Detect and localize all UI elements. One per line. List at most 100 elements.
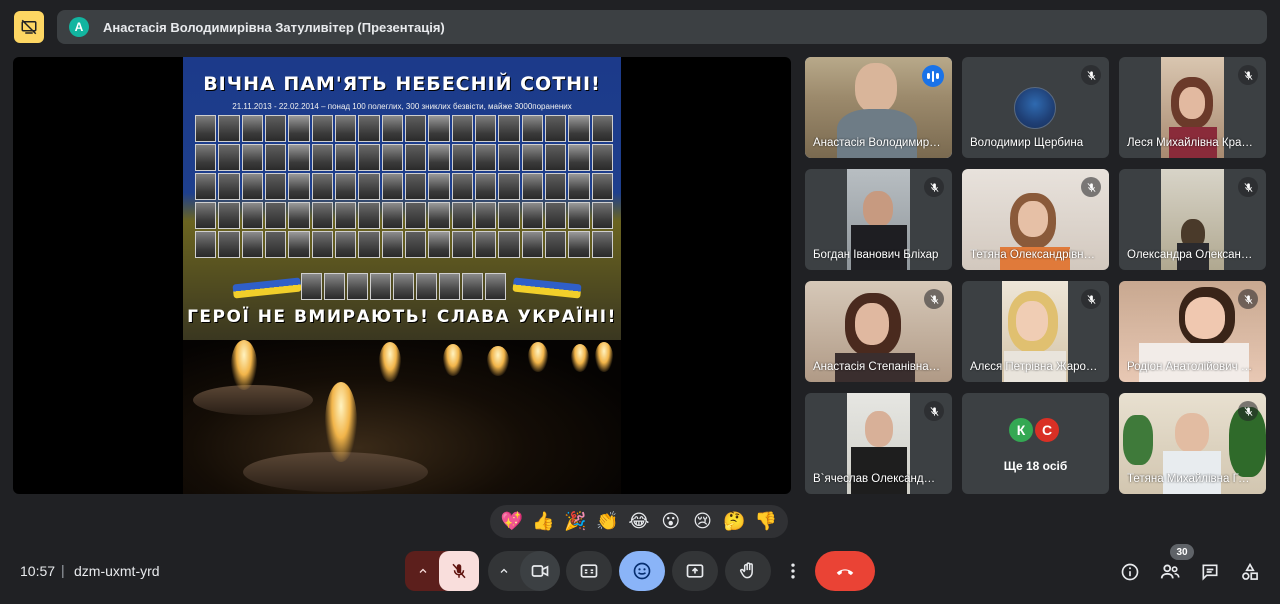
memorial-photo xyxy=(498,202,520,229)
memorial-photo xyxy=(265,231,287,258)
presenter-title: Анастасія Володимирівна Затуливітер (Пре… xyxy=(103,19,445,35)
memorial-photo xyxy=(451,173,473,200)
memorial-photo xyxy=(521,202,543,229)
presenter-banner[interactable]: А Анастасія Володимирівна Затуливітер (П… xyxy=(57,10,1267,44)
participant-name: Тетяна Михайлівна Гончар xyxy=(1127,473,1255,485)
memorial-photo xyxy=(462,273,483,300)
participant-name: Володимир Щербина xyxy=(970,137,1084,149)
participant-tile[interactable]: Алєся Петрівна Жаровська xyxy=(962,281,1109,382)
participant-tile[interactable]: Родіон Анатолійович Савчук xyxy=(1119,281,1266,382)
participant-tile[interactable]: Анастасія Степанівна Мельник xyxy=(805,281,952,382)
participant-tile[interactable]: Тетяна Олександрівна Костенко xyxy=(962,169,1109,270)
slide-poster: ВІЧНА ПАМ'ЯТЬ НЕБЕСНІЙ СОТНІ! 21.11.2013… xyxy=(183,57,621,340)
participant-tile[interactable]: В`ячеслав Олександрович Кравець xyxy=(805,393,952,494)
memorial-photo xyxy=(195,144,217,171)
memorial-photo xyxy=(265,202,287,229)
reaction-laugh[interactable]: 😂 xyxy=(626,512,652,531)
closed-caption-icon xyxy=(580,564,598,578)
more-participants-tile[interactable]: К С Ще 18 осіб xyxy=(962,393,1109,494)
participant-tile[interactable]: Богдан Іванович Бліхар xyxy=(805,169,952,270)
memorial-photo xyxy=(335,231,357,258)
memorial-photo xyxy=(311,202,333,229)
reaction-sparkling-heart[interactable]: 💖 xyxy=(499,512,525,531)
memorial-photo xyxy=(358,202,380,229)
call-end-icon xyxy=(836,569,854,576)
memorial-photo xyxy=(288,173,310,200)
participant-tile[interactable]: Олександра Олександрівна Бойко xyxy=(1119,169,1266,270)
memorial-photo xyxy=(591,173,613,200)
participant-tile[interactable]: Анастасія Володимирівна Затуливітер xyxy=(805,57,952,158)
memorial-photo xyxy=(381,115,403,142)
mic-off-icon xyxy=(1238,289,1258,309)
memorial-photo xyxy=(545,173,567,200)
memorial-photo xyxy=(218,173,240,200)
presentation-stage[interactable]: ВІЧНА ПАМ'ЯТЬ НЕБЕСНІЙ СОТНІ! 21.11.2013… xyxy=(13,57,791,494)
captions-button[interactable] xyxy=(566,551,612,591)
mic-control-group xyxy=(405,551,479,591)
mic-toggle-button[interactable] xyxy=(439,551,479,591)
participant-tile[interactable]: Тетяна Михайлівна Гончар xyxy=(1119,393,1266,494)
presentation-slide: ВІЧНА ПАМ'ЯТЬ НЕБЕСНІЙ СОТНІ! 21.11.2013… xyxy=(183,57,621,494)
mic-off-icon xyxy=(1238,65,1258,85)
raise-hand-button[interactable] xyxy=(725,551,771,591)
memorial-photo xyxy=(335,173,357,200)
memorial-photo xyxy=(311,115,333,142)
mic-off-icon xyxy=(1081,177,1101,197)
memorial-photo xyxy=(311,231,333,258)
info-icon[interactable] xyxy=(1118,560,1142,584)
memorial-photo xyxy=(545,144,567,171)
present-now-button[interactable] xyxy=(672,551,718,591)
memorial-photo xyxy=(568,144,590,171)
memorial-photo xyxy=(335,144,357,171)
reaction-sad[interactable]: 😢 xyxy=(689,512,715,531)
memorial-photo xyxy=(568,173,590,200)
end-call-button[interactable] xyxy=(815,551,875,591)
memorial-photo xyxy=(218,115,240,142)
reaction-thumbs-down[interactable]: 👎 xyxy=(753,512,779,531)
camera-toggle-button[interactable] xyxy=(520,551,560,591)
participant-tile[interactable]: Володимир Щербина xyxy=(962,57,1109,158)
participant-tile[interactable]: Леся Михайлівна Кравчук xyxy=(1119,57,1266,158)
mic-off-icon xyxy=(924,177,944,197)
reaction-clap[interactable]: 👏 xyxy=(594,512,620,531)
chevron-up-icon[interactable] xyxy=(488,551,520,591)
more-options-button[interactable] xyxy=(778,551,808,591)
slide-subtitle: 21.11.2013 - 22.02.2014 – понад 100 поле… xyxy=(232,102,572,111)
memorial-photo xyxy=(475,231,497,258)
memorial-photo xyxy=(416,273,437,300)
memorial-photo xyxy=(521,231,543,258)
activities-icon[interactable] xyxy=(1238,560,1262,584)
memorial-photo xyxy=(241,202,263,229)
chevron-up-icon[interactable] xyxy=(405,551,441,591)
memorial-photo xyxy=(451,231,473,258)
memorial-photo xyxy=(195,173,217,200)
memorial-photo xyxy=(521,173,543,200)
memorial-photo xyxy=(498,144,520,171)
present-to-all-icon xyxy=(686,564,704,578)
presentation-off-icon[interactable] xyxy=(14,11,44,43)
memorial-photo xyxy=(591,144,613,171)
memorial-photo xyxy=(405,202,427,229)
flag-ribbon-right xyxy=(512,277,582,299)
avatar: К xyxy=(1007,416,1035,444)
memorial-photo xyxy=(265,144,287,171)
camera-control-group xyxy=(488,551,560,591)
videocam-icon xyxy=(531,565,549,577)
mic-off-icon xyxy=(1081,289,1101,309)
emoji-reactions-button[interactable] xyxy=(619,551,665,591)
memorial-photo xyxy=(591,115,613,142)
memorial-photo xyxy=(358,173,380,200)
memorial-photo xyxy=(405,173,427,200)
reaction-surprised[interactable]: 😮 xyxy=(658,512,684,531)
reaction-thumbs-up[interactable]: 👍 xyxy=(531,512,557,531)
chat-icon[interactable] xyxy=(1198,560,1222,584)
memorial-photo xyxy=(358,231,380,258)
memorial-photo xyxy=(358,115,380,142)
meeting-separator: | xyxy=(61,562,65,578)
memorial-photo xyxy=(370,273,391,300)
memorial-photo xyxy=(335,115,357,142)
reaction-thinking[interactable]: 🤔 xyxy=(721,512,747,531)
people-icon[interactable] xyxy=(1158,560,1182,584)
reaction-party[interactable]: 🎉 xyxy=(562,512,588,531)
memorial-photo xyxy=(195,202,217,229)
